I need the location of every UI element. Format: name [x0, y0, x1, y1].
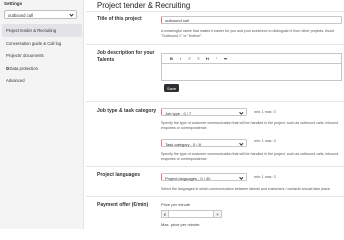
languages-section-label: Project languages [97, 172, 141, 178]
divider [86, 11, 344, 12]
sidebar-item-label: Data protection [9, 65, 38, 71]
task-category-select[interactable]: Task category , 0 / 8 [161, 139, 247, 147]
task-category-help-text: Specify the type of customer communicati… [161, 152, 339, 162]
divider [86, 166, 344, 167]
sidebar-nav: Project tender & Recruiting Conversation… [2, 24, 82, 87]
description-section-label: Job description for your Talents [97, 50, 155, 64]
price-per-minute-field: € × [161, 210, 222, 218]
project-languages-select[interactable]: Project languages , 0 / 40 [161, 173, 247, 181]
sidebar-item-label: Advanced [6, 78, 25, 84]
task-category-minmax: min: 1 max: 3 [254, 139, 276, 143]
description-label-line2: Talents [97, 56, 115, 63]
chevron-down-icon [239, 141, 244, 145]
sidebar: Settings outbound call Project tender & … [0, 0, 84, 229]
chevron-down-icon [239, 110, 244, 114]
job-type-minmax: min: 1 max: 3 [254, 110, 276, 114]
job-type-select-value: Job type , 0 / 7 [165, 110, 192, 116]
chevron-down-icon [69, 12, 74, 17]
sidebar-item-label: Projects' documents [6, 53, 44, 59]
settings-heading: Settings [4, 1, 23, 6]
project-languages-select-value: Project languages , 0 / 40 [165, 175, 211, 181]
bullet-list-icon[interactable]: ≡ [185, 56, 194, 61]
heading-icon[interactable]: H [203, 56, 212, 61]
max-price-label: Max. price per minute [161, 222, 200, 227]
divider [86, 44, 344, 45]
divider [86, 101, 344, 102]
numbered-list-icon[interactable]: ≡ [194, 56, 203, 61]
divider [86, 196, 344, 197]
sidebar-item-conversation-guide[interactable]: Conversation guide & Call log [2, 37, 82, 50]
payment-section-label: Payment offer (€/min) [97, 202, 149, 208]
euro-icon: € [161, 210, 169, 218]
quote-icon[interactable]: “ [212, 56, 221, 61]
bold-icon[interactable]: B [167, 56, 176, 61]
languages-help-text: Select the languages in which communicat… [161, 187, 331, 191]
sidebar-item-label: Conversation guide & Call log [6, 40, 62, 46]
main-content: Project tender & Recruiting Title of thi… [86, 0, 344, 229]
project-select[interactable]: outbound call [4, 10, 77, 19]
task-category-select-value: Task category , 0 / 8 [165, 141, 201, 147]
sidebar-item-advanced[interactable]: Advanced [2, 74, 82, 87]
title-section-label: Title of this project [97, 16, 142, 22]
price-per-minute-label: Price per minute [161, 202, 191, 207]
sidebar-item-projects-documents[interactable]: Projects' documents [2, 49, 82, 62]
clear-icon[interactable]: × [213, 210, 222, 218]
job-type-select[interactable]: Job type , 0 / 7 [161, 108, 247, 116]
project-title-value: outbound call [165, 18, 189, 24]
radio-icon [6, 67, 9, 70]
page-title: Project tender & Recruiting [97, 1, 191, 10]
job-type-section-label: Job type & task category [97, 108, 157, 114]
title-help-text: A meaningful name that makes it easier f… [161, 29, 334, 39]
code-icon[interactable]: ⬌ [221, 56, 230, 61]
description-label-line1: Job description for your [97, 50, 155, 56]
chevron-down-icon [239, 175, 244, 179]
editor-toolbar: B I ≡ ≡ H “ ⬌ [162, 54, 341, 64]
save-button[interactable]: Save [164, 84, 179, 92]
job-type-help-text: Specify the type of customer communicati… [161, 121, 339, 131]
project-select-value: outbound call [8, 12, 33, 18]
sidebar-item-label: Project tender & Recruiting [6, 28, 57, 33]
description-editor[interactable]: B I ≡ ≡ H “ ⬌ [161, 53, 342, 81]
italic-icon[interactable]: I [176, 56, 185, 61]
price-per-minute-input[interactable] [169, 210, 213, 218]
project-title-input[interactable]: outbound call [161, 16, 342, 24]
sidebar-item-project-tender[interactable]: Project tender & Recruiting [2, 24, 82, 37]
languages-minmax: min: 1 max: 3 [254, 175, 276, 179]
sidebar-item-data-protection[interactable]: Data protection [2, 62, 82, 75]
